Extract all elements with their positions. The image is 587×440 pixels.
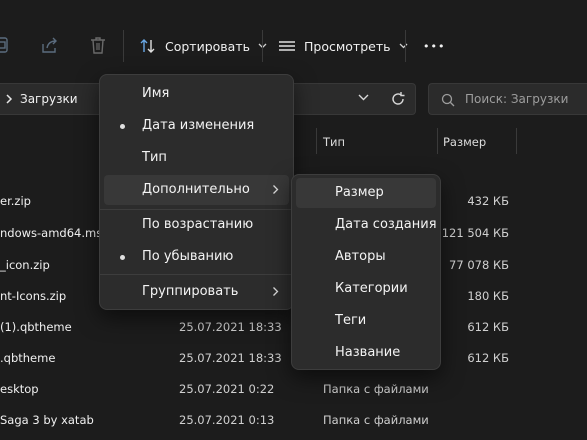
file-name: .qbtheme xyxy=(0,351,56,365)
address-history-chevron-icon[interactable] xyxy=(358,94,369,101)
group-by-item[interactable]: Группировать xyxy=(104,277,289,307)
file-row[interactable]: Saga 3 by xatab 25.07.2021 0:13 Папка с … xyxy=(0,405,587,435)
file-date: 25.07.2021 18:33 xyxy=(179,320,282,334)
column-divider[interactable] xyxy=(316,128,317,154)
file-type: Папка с файлами xyxy=(323,382,429,396)
sort-by-size-item[interactable]: Размер xyxy=(296,178,436,208)
menu-item-label: По убыванию xyxy=(142,249,234,264)
submenu-chevron-right-icon xyxy=(273,287,279,296)
refresh-icon[interactable] xyxy=(390,91,406,107)
sort-by-date-modified-item[interactable]: Дата изменения xyxy=(104,111,289,141)
delete-icon[interactable] xyxy=(88,36,112,60)
file-name: er.zip xyxy=(0,194,31,208)
file-name: esktop xyxy=(0,382,39,396)
menu-item-label: Теги xyxy=(335,313,367,328)
column-divider[interactable] xyxy=(516,128,517,154)
command-bar: Сортировать Просмотреть ••• xyxy=(0,0,587,92)
sort-more-submenu: Размер Дата создания Авторы Категории Те… xyxy=(291,174,441,370)
file-row[interactable]: esktop 25.07.2021 0:22 Папка с файлами xyxy=(0,374,587,404)
view-list-icon xyxy=(279,41,295,51)
sort-by-type-item[interactable]: Тип xyxy=(104,143,289,173)
column-divider[interactable] xyxy=(437,128,438,154)
sort-by-categories-item[interactable]: Категории xyxy=(296,274,436,304)
file-size: 612 КБ xyxy=(467,320,509,334)
menu-divider xyxy=(100,274,293,275)
sort-menu: Имя Дата изменения Тип Дополнительно По … xyxy=(99,74,294,310)
menu-item-label: Размер xyxy=(335,185,384,200)
sort-icon xyxy=(140,39,155,53)
search-box[interactable] xyxy=(428,83,587,115)
file-size: 612 КБ xyxy=(467,351,509,365)
toolbar-divider xyxy=(262,30,263,62)
view-button[interactable]: Просмотреть xyxy=(278,30,408,62)
sort-by-authors-item[interactable]: Авторы xyxy=(296,242,436,272)
search-input[interactable] xyxy=(465,90,585,108)
selected-dot-icon xyxy=(120,255,125,260)
file-name: (1).qbtheme xyxy=(0,320,72,334)
sort-descending-item[interactable]: По убыванию xyxy=(104,242,289,272)
file-date: 25.07.2021 18:33 xyxy=(179,351,282,365)
file-explorer-window: Сортировать Просмотреть ••• Загрузки Тип… xyxy=(0,0,587,440)
toolbar-divider xyxy=(123,30,124,62)
breadcrumb-downloads[interactable]: Загрузки xyxy=(20,92,78,106)
menu-item-label: Тип xyxy=(142,150,167,165)
sort-by-date-created-item[interactable]: Дата создания xyxy=(296,210,437,240)
sort-more-item[interactable]: Дополнительно xyxy=(104,175,289,205)
selected-dot-icon xyxy=(120,124,125,129)
toolbar-divider xyxy=(405,30,406,62)
file-type: Папка с файлами xyxy=(323,413,429,427)
breadcrumb-chevron-icon xyxy=(6,94,13,104)
menu-item-label: Дата создания xyxy=(335,217,437,232)
file-size: 77 078 КБ xyxy=(449,258,509,272)
search-icon xyxy=(441,93,455,107)
menu-item-label: Авторы xyxy=(335,249,386,264)
share-icon[interactable] xyxy=(40,36,64,60)
file-name: nt-Icons.zip xyxy=(0,289,67,303)
submenu-chevron-right-icon xyxy=(273,185,279,194)
file-size: 121 504 КБ xyxy=(441,226,509,240)
menu-item-label: По возрастанию xyxy=(142,217,254,232)
paste-icon[interactable] xyxy=(0,35,16,59)
file-name: _icon.zip xyxy=(0,258,50,272)
file-name: ndows-amd64.msi xyxy=(0,226,106,240)
view-button-label: Просмотреть xyxy=(304,38,391,54)
menu-item-label: Название xyxy=(335,345,401,360)
column-header-size[interactable]: Размер xyxy=(443,135,486,161)
more-options-icon: ••• xyxy=(423,39,446,53)
sort-by-name-item[interactable]: Имя xyxy=(104,79,289,109)
menu-item-label: Дополнительно xyxy=(142,182,250,197)
sort-button[interactable]: Сортировать xyxy=(139,30,267,62)
sort-by-tags-item[interactable]: Теги xyxy=(296,306,436,336)
more-options-button[interactable]: ••• xyxy=(423,30,445,62)
file-name: Saga 3 by xatab xyxy=(0,413,94,427)
file-size: 432 КБ xyxy=(467,194,509,208)
sort-button-label: Сортировать xyxy=(165,38,250,54)
menu-item-label: Имя xyxy=(142,86,170,101)
sort-by-title-item[interactable]: Название xyxy=(296,338,436,368)
menu-item-label: Группировать xyxy=(142,284,239,299)
sort-ascending-item[interactable]: По возрастанию xyxy=(104,210,289,240)
menu-item-label: Дата изменения xyxy=(142,118,255,133)
file-date: 25.07.2021 0:22 xyxy=(179,382,275,396)
chevron-down-icon xyxy=(399,43,407,49)
menu-item-label: Категории xyxy=(335,281,408,296)
file-date: 25.07.2021 0:13 xyxy=(179,413,275,427)
column-header-type[interactable]: Тип xyxy=(323,135,345,161)
file-size: 180 КБ xyxy=(467,289,509,303)
